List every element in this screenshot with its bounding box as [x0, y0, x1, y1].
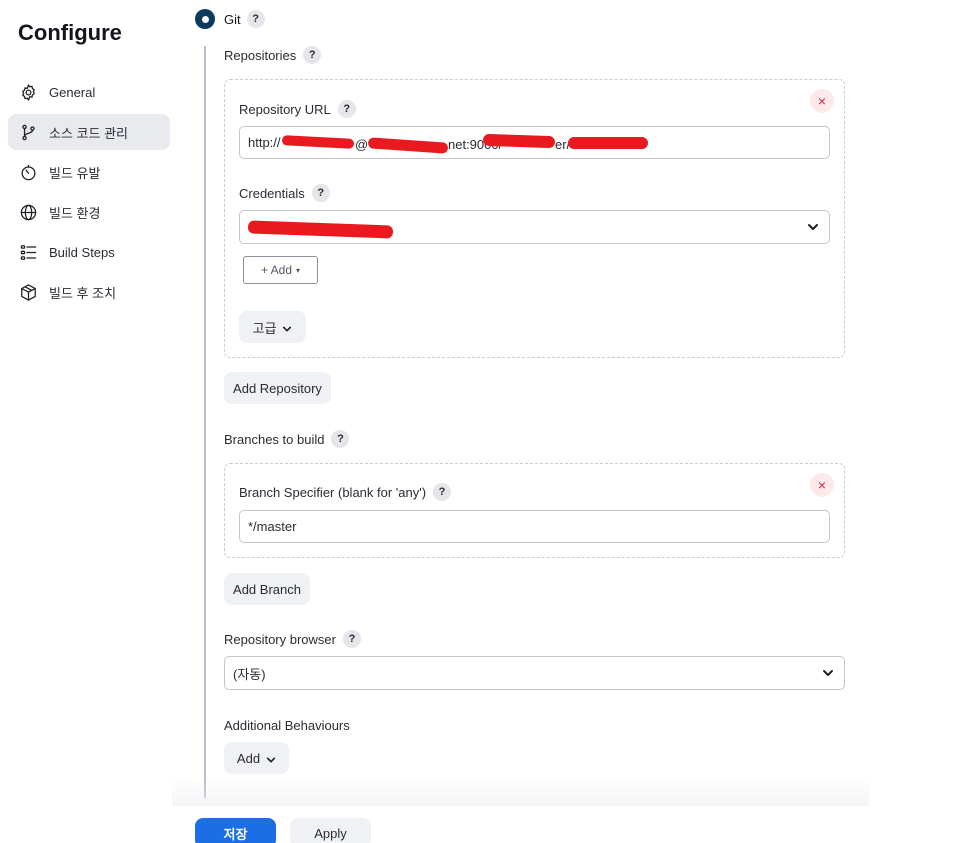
page-title: Configure	[18, 20, 122, 45]
additional-behaviours-label-row: Additional Behaviours	[224, 718, 350, 733]
url-fragment: @	[355, 137, 369, 152]
repository-browser-label: Repository browser	[224, 631, 336, 647]
branch-specifier-label-row: Branch Specifier (blank for 'any') ?	[239, 483, 452, 501]
sidebar-item-label: General	[49, 84, 96, 100]
sidebar-item-build-environment[interactable]: 빌드 환경	[8, 194, 170, 230]
sidebar-item-label: 빌드 후 조치	[49, 285, 117, 301]
advanced-button[interactable]: 고급	[239, 311, 306, 343]
help-icon[interactable]: ?	[343, 630, 361, 648]
source-branch-icon	[18, 122, 38, 142]
help-icon[interactable]: ?	[246, 10, 265, 28]
sidebar-item-post-build-actions[interactable]: 빌드 후 조치	[8, 274, 170, 310]
save-button[interactable]: 저장	[195, 818, 276, 843]
chevron-down-icon	[266, 753, 276, 763]
credentials-label-row: Credentials ?	[239, 184, 330, 202]
package-icon	[18, 282, 38, 302]
apply-button[interactable]: Apply	[290, 818, 371, 843]
footer-shadow	[172, 778, 869, 806]
help-icon[interactable]: ?	[311, 184, 330, 202]
section-indent-line	[204, 46, 206, 798]
globe-icon	[18, 202, 38, 222]
add-behaviour-button[interactable]: Add	[224, 742, 289, 774]
repository-browser-label-row: Repository browser ?	[224, 630, 361, 648]
advanced-label: 고급	[252, 320, 277, 336]
sidebar-item-general[interactable]: General	[8, 74, 170, 110]
caret-down-icon: ▾	[296, 265, 301, 275]
chevron-down-icon	[282, 322, 292, 332]
repository-browser-select[interactable]: (자동)	[224, 656, 845, 690]
credentials-label: Credentials	[239, 185, 305, 201]
timer-icon	[18, 162, 38, 182]
branch-specifier-input[interactable]: */master	[239, 510, 830, 543]
add-credentials-button[interactable]: + Add ▾	[243, 256, 318, 284]
add-branch-label: Add Branch	[233, 581, 301, 597]
help-icon[interactable]: ?	[303, 46, 322, 64]
add-credentials-label: + Add	[260, 263, 292, 277]
url-fragment: http://	[248, 135, 281, 150]
redaction-mark	[568, 137, 648, 149]
branch-specifier-label: Branch Specifier (blank for 'any')	[239, 484, 427, 500]
git-radio[interactable]	[195, 9, 215, 29]
branches-label-row: Branches to build ?	[224, 430, 350, 448]
git-label: Git	[224, 11, 241, 27]
repository-url-label-row: Repository URL ?	[239, 100, 356, 118]
sidebar-item-source-code-management[interactable]: 소스 코드 관리	[8, 114, 170, 150]
help-icon[interactable]: ?	[433, 483, 452, 501]
add-repository-label: Add Repository	[233, 380, 322, 396]
add-repository-button[interactable]: Add Repository	[224, 372, 331, 404]
help-icon[interactable]: ?	[337, 100, 356, 118]
chevron-down-icon	[822, 667, 834, 679]
branches-label: Branches to build	[224, 431, 325, 447]
sidebar-item-label: 빌드 환경	[49, 205, 101, 221]
remove-branch-button[interactable]: ×	[810, 473, 834, 497]
branch-specifier-value: */master	[248, 519, 297, 534]
add-behaviour-label: Add	[236, 750, 261, 766]
repository-browser-value: (자동)	[233, 666, 266, 682]
repository-url-label: Repository URL	[239, 101, 331, 117]
redaction-mark	[482, 133, 556, 149]
gear-icon	[18, 82, 38, 102]
git-option: Git ?	[224, 10, 265, 28]
help-icon[interactable]: ?	[331, 430, 350, 448]
sidebar-item-build-steps[interactable]: Build Steps	[8, 234, 170, 270]
repositories-label: Repositories	[224, 47, 297, 63]
list-steps-icon	[18, 242, 38, 262]
remove-repository-button[interactable]: ×	[810, 89, 834, 113]
sidebar-item-label: Build Steps	[49, 244, 115, 260]
sidebar-item-label: 소스 코드 관리	[49, 125, 128, 141]
repositories-label-row: Repositories ?	[224, 46, 322, 64]
sidebar-nav: General 소스 코드 관리 빌드 유발 빌드 환경 Build Steps…	[8, 74, 170, 314]
chevron-down-icon	[807, 221, 819, 233]
sidebar-item-label: 빌드 유발	[49, 165, 101, 181]
additional-behaviours-label: Additional Behaviours	[224, 718, 350, 733]
add-branch-button[interactable]: Add Branch	[224, 573, 310, 605]
sidebar-item-build-triggers[interactable]: 빌드 유발	[8, 154, 170, 190]
